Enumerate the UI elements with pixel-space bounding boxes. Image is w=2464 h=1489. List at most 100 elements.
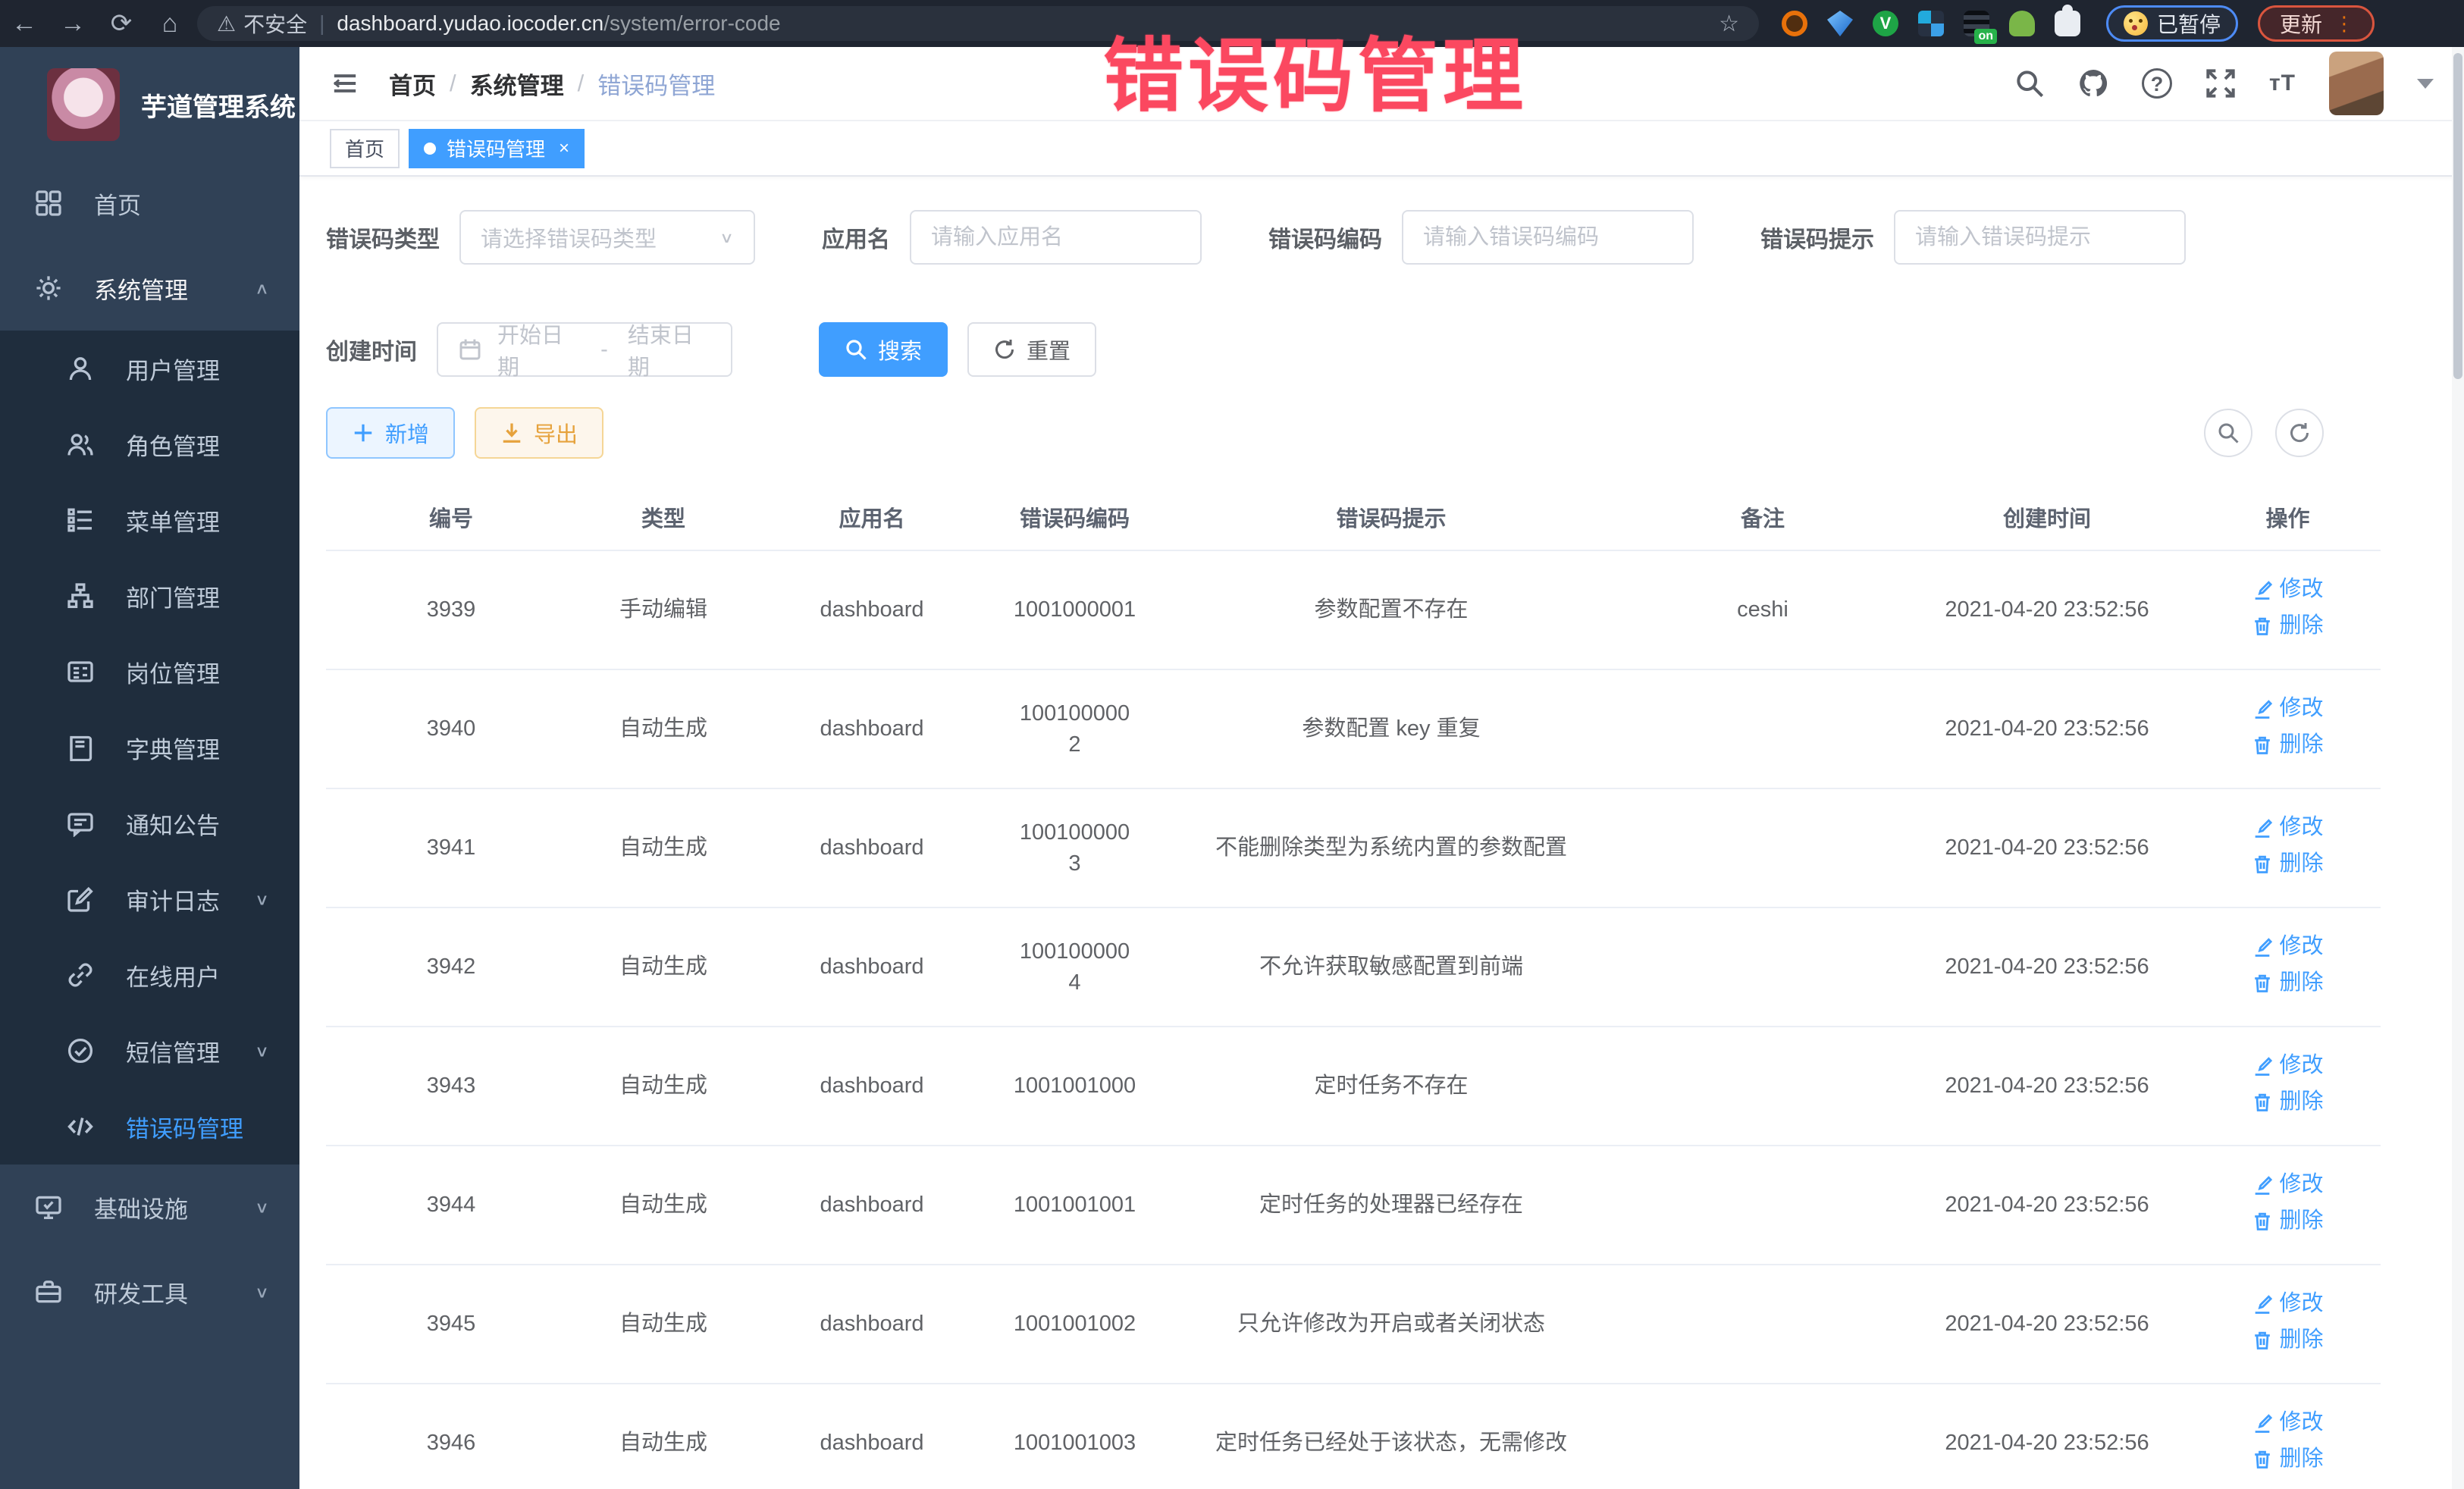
add-button[interactable]: 新增 — [326, 407, 455, 459]
close-icon[interactable]: × — [559, 138, 569, 159]
edit-link[interactable]: 修改 — [2252, 1169, 2323, 1200]
profile-paused-chip[interactable]: 已暂停 — [2106, 5, 2238, 42]
delete-link[interactable]: 删除 — [2252, 1205, 2323, 1237]
home-icon[interactable]: ⌂ — [146, 9, 194, 39]
help-icon[interactable]: ? — [2142, 68, 2172, 99]
page-content: 错误码类型 请选择错误码类型 ∨ 应用名 错误码编码 — [299, 177, 2381, 1489]
sidebar-item-系统管理[interactable]: 系统管理∧ — [0, 246, 299, 331]
forward-icon[interactable]: → — [49, 9, 97, 39]
cell-app: dashboard — [751, 669, 993, 788]
extension-icon-grid[interactable] — [1918, 11, 1944, 36]
sidebar-item-首页[interactable]: 首页 — [0, 161, 299, 246]
edit-link[interactable]: 修改 — [2252, 1050, 2323, 1081]
sms-icon — [67, 1037, 94, 1064]
error-hint-input[interactable] — [1915, 225, 2165, 250]
header-search-icon[interactable] — [2014, 68, 2045, 99]
github-icon[interactable] — [2078, 68, 2108, 99]
sidebar-item-通知公告[interactable]: 通知公告 — [0, 785, 299, 861]
cell-type: 自动生成 — [576, 669, 751, 788]
sidebar-item-label: 基础设施 — [94, 1190, 188, 1224]
tree-icon — [67, 582, 94, 610]
trash-icon — [2252, 853, 2273, 874]
gear-icon — [35, 274, 62, 302]
delete-link[interactable]: 删除 — [2252, 1444, 2323, 1475]
delete-link[interactable]: 删除 — [2252, 848, 2323, 879]
not-secure-icon: ⚠ — [217, 11, 236, 36]
font-size-icon[interactable]: тT — [2269, 71, 2296, 96]
browser-update-button[interactable]: 更新 ⋮ — [2258, 5, 2375, 42]
cell-id: 3945 — [326, 1265, 576, 1384]
show-search-button[interactable] — [2204, 409, 2252, 457]
not-secure-label: 不安全 — [243, 8, 307, 39]
cell-created: 2021-04-20 23:52:56 — [1899, 788, 2195, 908]
cell-id: 3944 — [326, 1146, 576, 1265]
breadcrumb-system[interactable]: 系统管理 — [470, 67, 564, 101]
cell-hint: 不能删除类型为系统内置的参数配置 — [1156, 788, 1626, 908]
sidebar-item-岗位管理[interactable]: 岗位管理 — [0, 634, 299, 710]
sidebar-item-基础设施[interactable]: 基础设施∨ — [0, 1165, 299, 1249]
reset-button[interactable]: 重置 — [967, 322, 1096, 377]
extension-icon-gem[interactable] — [1827, 11, 1853, 36]
edit-link[interactable]: 修改 — [2252, 812, 2323, 843]
top-navbar: 首页 / 系统管理 / 错误码管理 ? тT — [299, 47, 2464, 121]
error-code-input[interactable] — [1423, 225, 1672, 250]
browser-chrome: ← → ⟳ ⌂ ⚠ 不安全 | dashboard.yudao.iocoder.… — [0, 0, 2464, 47]
app-logo-row[interactable]: 芋道管理系统 — [0, 47, 299, 161]
cell-id: 3940 — [326, 669, 576, 788]
scrollbar-thumb[interactable] — [2453, 53, 2462, 379]
sidebar-item-角色管理[interactable]: 角色管理 — [0, 406, 299, 482]
edit-link[interactable]: 修改 — [2252, 931, 2323, 962]
extension-icon-orange[interactable] — [1782, 11, 1807, 36]
user-avatar[interactable] — [2329, 52, 2384, 115]
users-icon — [67, 431, 94, 458]
error-type-select[interactable]: 请选择错误码类型 ∨ — [459, 210, 755, 265]
extension-icon-key[interactable] — [2009, 11, 2035, 36]
screen: ← → ⟳ ⌂ ⚠ 不安全 | dashboard.yudao.iocoder.… — [0, 0, 2464, 1489]
sidebar-item-字典管理[interactable]: 字典管理 — [0, 710, 299, 785]
cell-hint: 定时任务的处理器已经存在 — [1156, 1146, 1626, 1265]
delete-link[interactable]: 删除 — [2252, 1324, 2323, 1356]
sidebar-item-部门管理[interactable]: 部门管理 — [0, 558, 299, 634]
extensions-puzzle-icon[interactable] — [2055, 11, 2080, 36]
tab-错误码管理[interactable]: 错误码管理× — [409, 129, 585, 168]
sidebar-item-在线用户[interactable]: 在线用户 — [0, 937, 299, 1013]
sidebar-item-label: 错误码管理 — [126, 1110, 243, 1144]
address-bar[interactable]: ⚠ 不安全 | dashboard.yudao.iocoder.cn /syst… — [197, 6, 1759, 41]
refresh-table-button[interactable] — [2275, 409, 2324, 457]
filter-form: 错误码类型 请选择错误码类型 ∨ 应用名 错误码编码 — [326, 210, 2381, 377]
delete-link[interactable]: 删除 — [2252, 610, 2323, 641]
avatar-caret-icon[interactable] — [2417, 79, 2434, 89]
edit-link[interactable]: 修改 — [2252, 574, 2323, 605]
cell-created: 2021-04-20 23:52:56 — [1899, 1265, 2195, 1384]
search-button[interactable]: 搜索 — [819, 322, 948, 377]
extension-icon-switch[interactable]: on — [1964, 11, 1989, 36]
bookmark-star-icon[interactable]: ☆ — [1719, 11, 1739, 37]
reload-icon[interactable]: ⟳ — [97, 8, 146, 39]
sidebar-item-审计日志[interactable]: 审计日志∨ — [0, 861, 299, 937]
table-row: 3945自动生成dashboard1001001002只允许修改为开启或者关闭状… — [326, 1265, 2381, 1384]
edit-link[interactable]: 修改 — [2252, 1288, 2323, 1319]
tab-首页[interactable]: 首页 — [330, 129, 400, 168]
back-icon[interactable]: ← — [0, 9, 49, 39]
fullscreen-icon[interactable] — [2205, 68, 2236, 99]
date-range-picker[interactable]: 开始日期 - 结束日期 — [437, 322, 732, 377]
sidebar-collapse-icon[interactable] — [330, 71, 360, 96]
breadcrumb-home[interactable]: 首页 — [389, 67, 436, 101]
sidebar-item-研发工具[interactable]: 研发工具∨ — [0, 1249, 299, 1334]
sidebar-item-短信管理[interactable]: 短信管理∨ — [0, 1013, 299, 1089]
sidebar-item-菜单管理[interactable]: 菜单管理 — [0, 482, 299, 558]
delete-link[interactable]: 删除 — [2252, 1086, 2323, 1118]
extension-icon-green[interactable]: V — [1873, 11, 1898, 36]
cell-created: 2021-04-20 23:52:56 — [1899, 550, 2195, 669]
delete-link[interactable]: 删除 — [2252, 729, 2323, 760]
search-icon — [2217, 422, 2240, 444]
scrollbar[interactable] — [2452, 47, 2464, 1489]
sidebar-item-错误码管理[interactable]: 错误码管理 — [0, 1089, 299, 1165]
edit-link[interactable]: 修改 — [2252, 693, 2323, 724]
delete-link[interactable]: 删除 — [2252, 967, 2323, 998]
edit-link[interactable]: 修改 — [2252, 1407, 2323, 1438]
cell-type: 自动生成 — [576, 1027, 751, 1146]
sidebar-item-用户管理[interactable]: 用户管理 — [0, 331, 299, 406]
app-name-input[interactable] — [931, 225, 1180, 250]
export-button[interactable]: 导出 — [475, 407, 603, 459]
